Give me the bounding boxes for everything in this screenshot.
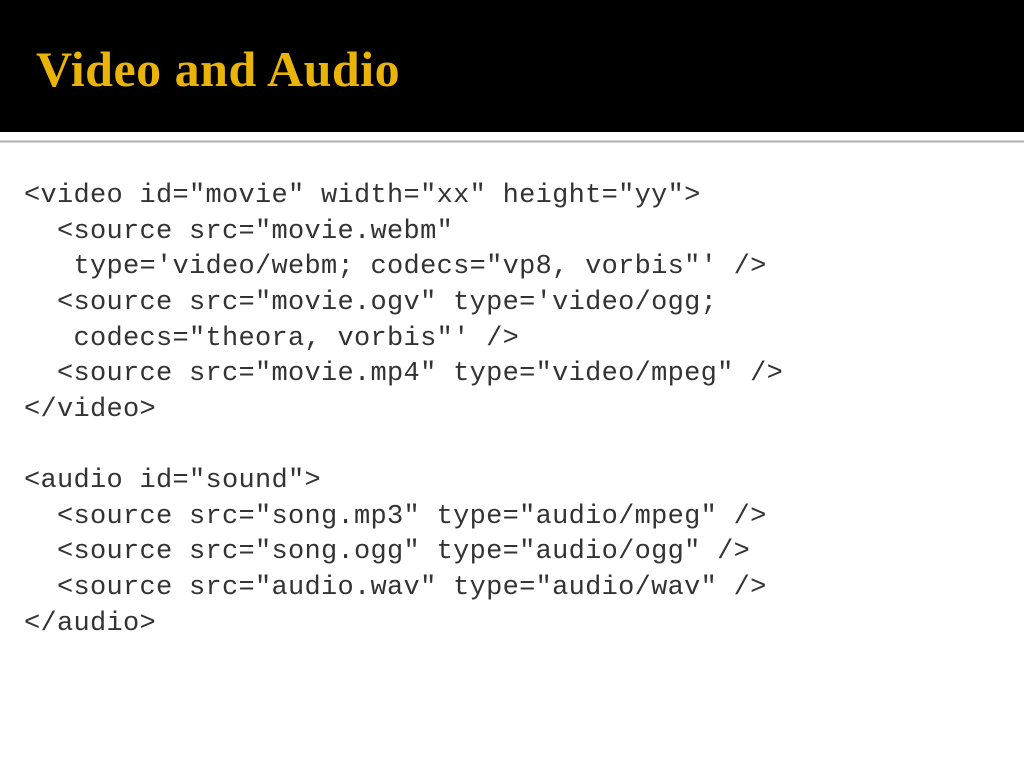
code-line: <source src="song.ogg" type="audio/ogg" … [24, 535, 1000, 571]
code-line: <audio id="sound"> [24, 464, 1000, 500]
code-line: <source src="song.mp3" type="audio/mpeg"… [24, 500, 1000, 536]
code-block: <video id="movie" width="xx" height="yy"… [24, 179, 1000, 642]
code-line: <source src="movie.mp4" type="video/mpeg… [24, 357, 1000, 393]
code-line: <video id="movie" width="xx" height="yy"… [24, 179, 1000, 215]
code-line: type='video/webm; codecs="vp8, vorbis"' … [24, 250, 1000, 286]
code-line: </video> [24, 393, 1000, 429]
code-line: <source src="audio.wav" type="audio/wav"… [24, 571, 1000, 607]
slide-title: Video and Audio [36, 40, 1024, 98]
code-line: <source src="movie.ogv" type='video/ogg; [24, 286, 1000, 322]
slide-container: Video and Audio <video id="movie" width=… [0, 0, 1024, 768]
code-line: <source src="movie.webm" [24, 215, 1000, 251]
slide-content: <video id="movie" width="xx" height="yy"… [0, 143, 1024, 768]
code-line: codecs="theora, vorbis"' /> [24, 322, 1000, 358]
code-line [24, 428, 1000, 464]
title-bar: Video and Audio [0, 0, 1024, 132]
code-line: </audio> [24, 607, 1000, 643]
